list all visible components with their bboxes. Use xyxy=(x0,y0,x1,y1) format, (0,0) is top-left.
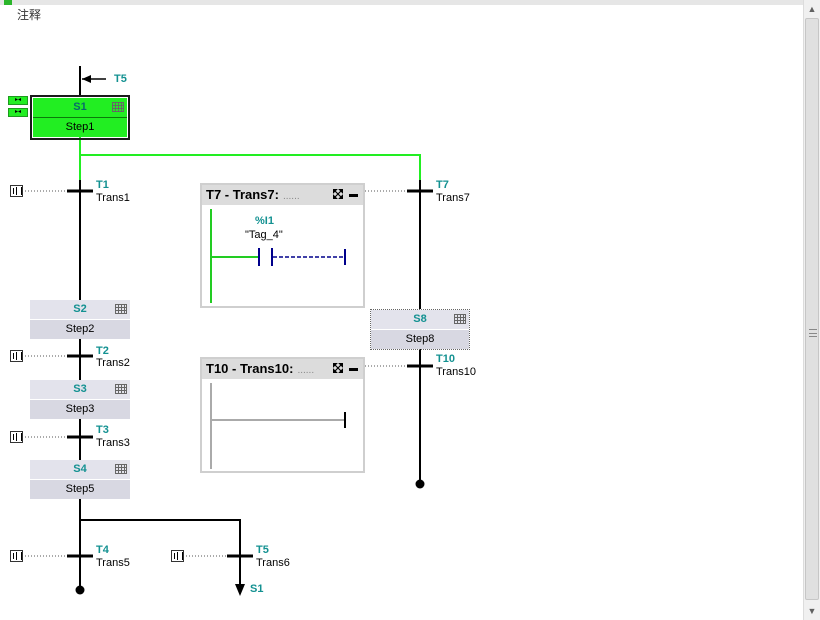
grid-icon xyxy=(115,304,127,314)
scroll-thumb[interactable] xyxy=(805,18,819,600)
scroll-down-icon[interactable]: ▼ xyxy=(804,603,820,619)
step-s2[interactable]: S2 Step2 xyxy=(30,300,130,339)
scroll-up-icon[interactable]: ▲ xyxy=(804,1,820,17)
transition-toggle-icon[interactable] xyxy=(10,185,23,197)
interlock-button[interactable]: ▸◂ xyxy=(8,96,28,105)
end-dot-right xyxy=(415,479,425,489)
jump-arrow-head xyxy=(235,584,245,596)
transition-t5-id: T5 xyxy=(256,544,269,556)
step-s8[interactable]: S8 Step8 xyxy=(370,309,470,350)
transition-toggle-icon[interactable] xyxy=(10,550,23,562)
transition-t10-name: Trans10 xyxy=(436,366,476,378)
grid-icon xyxy=(454,314,466,324)
grid-icon xyxy=(115,384,127,394)
transition-toggle-icon[interactable] xyxy=(10,431,23,443)
vertical-scrollbar[interactable]: ▲ ▼ xyxy=(803,0,820,620)
step-s4-id: S4 xyxy=(73,463,87,475)
transition-t4-id: T4 xyxy=(96,544,109,556)
step-s8-id: S8 xyxy=(413,313,427,325)
action-button[interactable]: ▸◂ xyxy=(8,108,28,117)
contact-tag: "Tag_4" xyxy=(245,229,283,241)
ladder-network-t7 xyxy=(210,209,346,303)
step-s2-name: Step2 xyxy=(30,320,130,339)
entry-arrow-head xyxy=(82,75,91,83)
maximize-icon[interactable] xyxy=(333,189,343,199)
grid-icon xyxy=(112,102,124,112)
step-s4[interactable]: S4 Step5 xyxy=(30,460,130,499)
transition-t10-id: T10 xyxy=(436,353,455,365)
entry-transition-label: T5 xyxy=(114,73,127,85)
transition-panel-t10[interactable]: T10 - Trans10:...... xyxy=(200,357,365,473)
panel-t7-dots: ...... xyxy=(282,191,300,202)
transition-t1-name: Trans1 xyxy=(96,192,130,204)
panel-t10-title: T10 - Trans10: xyxy=(206,361,294,376)
transition-t5-name: Trans6 xyxy=(256,557,290,569)
step-s3-name: Step3 xyxy=(30,400,130,419)
ladder-network-t10 xyxy=(210,383,346,469)
minimize-icon[interactable] xyxy=(349,368,358,371)
step-s1-side-buttons: ▸◂ ▸◂ xyxy=(8,96,28,120)
step-s4-name: Step5 xyxy=(30,480,130,499)
step-s3-id: S3 xyxy=(73,383,87,395)
transition-toggle-icon[interactable] xyxy=(10,350,23,362)
panel-t10-dots: ...... xyxy=(297,365,315,376)
step-s2-id: S2 xyxy=(73,303,87,315)
transition-t4-name: Trans5 xyxy=(96,557,130,569)
transition-t7-name: Trans7 xyxy=(436,192,470,204)
step-s1[interactable]: S1 Step1 xyxy=(30,95,130,140)
transition-t1-id: T1 xyxy=(96,179,109,191)
step-s8-name: Step8 xyxy=(371,330,469,349)
jump-target-label: S1 xyxy=(250,583,264,595)
contact-address: %I1 xyxy=(255,215,274,227)
step-s1-name: Step1 xyxy=(33,117,127,137)
transition-t2-name: Trans2 xyxy=(96,357,130,369)
transition-panel-t7[interactable]: T7 - Trans7:...... %I1 "Tag_4" xyxy=(200,183,365,308)
transition-t3-name: Trans3 xyxy=(96,437,130,449)
transition-t2-id: T2 xyxy=(96,345,109,357)
step-s1-id: S1 xyxy=(73,101,87,113)
end-dot-main xyxy=(75,585,85,595)
grip-icon xyxy=(809,329,817,337)
maximize-icon[interactable] xyxy=(333,363,343,373)
grid-icon xyxy=(115,464,127,474)
panel-t7-title: T7 - Trans7: xyxy=(206,187,279,202)
minimize-icon[interactable] xyxy=(349,194,358,197)
step-s3[interactable]: S3 Step3 xyxy=(30,380,130,419)
transition-t7-id: T7 xyxy=(436,179,449,191)
transition-t3-id: T3 xyxy=(96,424,109,436)
transition-toggle-icon[interactable] xyxy=(171,550,184,562)
